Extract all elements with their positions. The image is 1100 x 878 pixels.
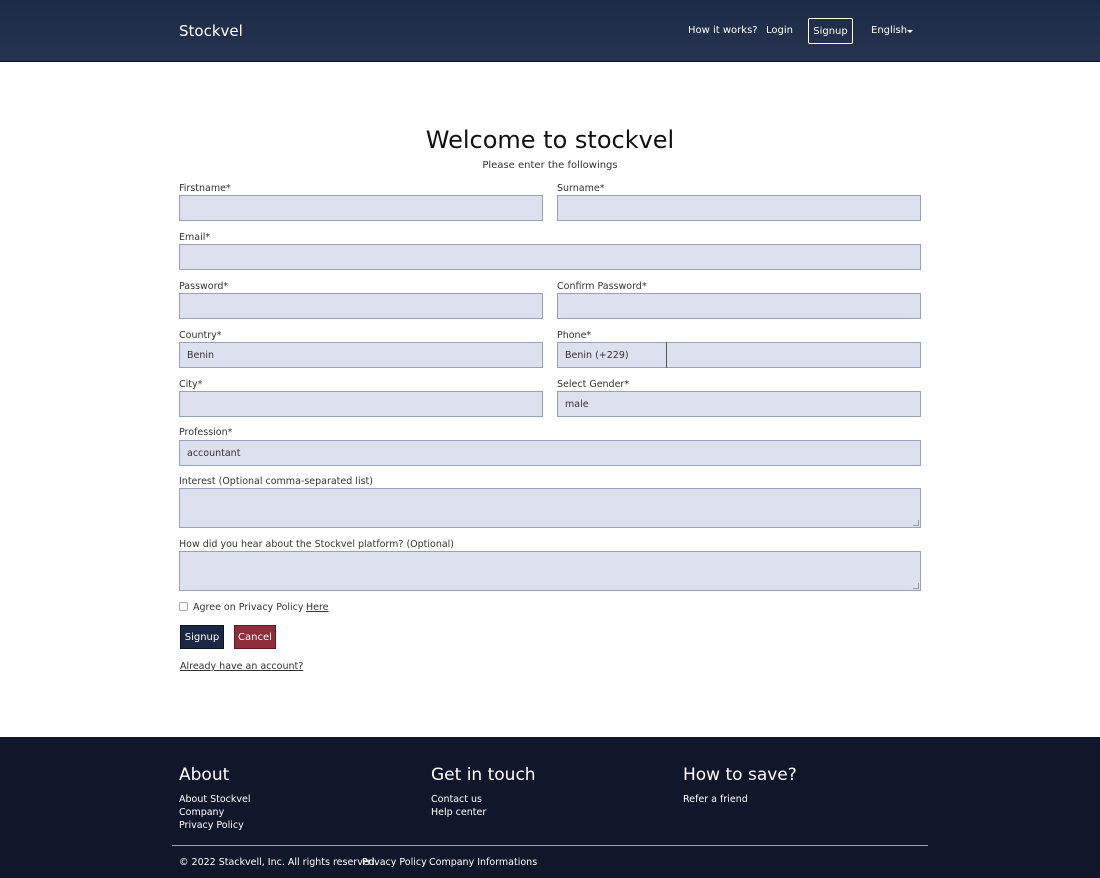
footer [0,737,1100,878]
cancel-button[interactable]: Cancel [234,625,276,649]
footer-link-privacy-policy[interactable]: Privacy Policy [179,820,244,831]
phone-code-select[interactable]: Benin (+229) [565,350,629,361]
surname-label: Surname* [557,183,605,194]
firstname-label: Firstname* [179,183,231,194]
footer-touch-heading: Get in touch [431,765,536,785]
footer-link-company[interactable]: Company [179,807,224,818]
firstname-input[interactable] [179,195,543,221]
phone-divider [666,342,667,368]
top-navbar: Stockvel How it works? Login Signup Engl… [0,0,1100,62]
brand-logo[interactable]: Stockvel [179,22,243,40]
footer-link-help-center[interactable]: Help center [431,807,486,818]
chevron-down-icon [907,30,913,33]
privacy-here-link[interactable]: Here [306,602,329,613]
password-input[interactable] [179,293,543,319]
city-input[interactable] [179,391,543,417]
privacy-label: Agree on Privacy Policy [193,602,304,613]
footer-link-refer-friend[interactable]: Refer a friend [683,794,748,805]
confirm-password-input[interactable] [557,293,921,319]
nav-how-it-works[interactable]: How it works? [688,25,758,36]
interest-textarea[interactable] [179,488,921,528]
footer-divider [172,845,928,846]
page-subtitle: Please enter the followings [482,160,618,171]
surname-input[interactable] [557,195,921,221]
resize-handle-icon[interactable] [913,583,919,589]
signup-button[interactable]: Signup [180,625,224,649]
gender-label: Select Gender* [557,379,630,390]
footer-link-contact-us[interactable]: Contact us [431,794,482,805]
profession-select[interactable]: accountant [179,440,921,466]
interest-label: Interest (Optional comma-separated list) [179,476,373,487]
nav-login[interactable]: Login [766,25,793,36]
page-title: Welcome to stockvel [425,126,675,154]
nav-signup-button[interactable]: Signup [808,18,853,44]
language-dropdown[interactable]: English [871,25,907,36]
gender-select[interactable]: male [557,391,921,417]
profession-label: Profession* [179,427,233,438]
footer-about-heading: About [179,765,230,785]
resize-handle-icon[interactable] [913,520,919,526]
footer-bottom-privacy-link[interactable]: Privacy Policy [362,857,427,868]
email-label: Email* [179,232,211,243]
hear-about-label: How did you hear about the Stockvel plat… [179,539,455,550]
country-select[interactable]: Benin [179,342,543,368]
already-have-account-link[interactable]: Already have an account? [180,661,303,672]
hear-about-textarea[interactable] [179,551,921,591]
footer-copyright: © 2022 Stackvell, Inc. All rights reserv… [179,857,378,868]
footer-link-about-stockvel[interactable]: About Stockvel [179,794,251,805]
phone-number-input[interactable]: Benin (+229) [557,342,921,368]
country-label: Country* [179,330,222,341]
confirm-password-label: Confirm Password* [557,281,647,292]
city-label: City* [179,379,203,390]
email-input[interactable] [179,244,921,270]
footer-bottom-company-link[interactable]: Company Informations [429,857,537,868]
password-label: Password* [179,281,229,292]
privacy-checkbox[interactable] [179,602,188,611]
phone-label: Phone* [557,330,592,341]
footer-save-heading: How to save? [683,765,797,785]
